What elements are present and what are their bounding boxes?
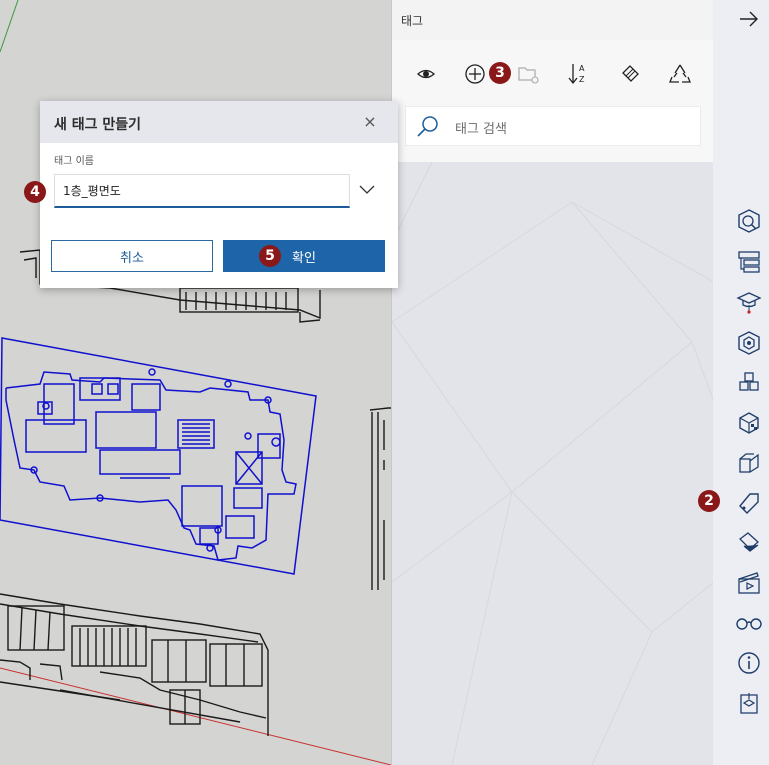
folder-icon[interactable] xyxy=(514,60,542,88)
cancel-button[interactable]: 취소 xyxy=(51,240,213,272)
purge-icon[interactable] xyxy=(666,60,694,88)
svg-text:A: A xyxy=(579,64,585,73)
soften-edges-icon[interactable] xyxy=(735,529,763,557)
tag-name-input[interactable] xyxy=(54,174,350,208)
panel-toolbar: AZ 태그 검색 xyxy=(392,40,713,162)
search-placeholder: 태그 검색 xyxy=(455,122,507,137)
export-icon[interactable] xyxy=(735,689,763,717)
tags-panel: 태그 AZ 태그 검색 xyxy=(391,0,713,765)
panel-title: 태그 xyxy=(401,14,424,28)
new-tag-dialog: 새 태그 만들기 × 태그 이름 취소 확인 xyxy=(40,101,398,288)
eye-icon[interactable] xyxy=(412,60,440,88)
glasses-icon[interactable] xyxy=(735,609,763,637)
search-icon xyxy=(417,116,438,137)
step-badge-2: 2 xyxy=(698,490,720,512)
step-badge-5: 5 xyxy=(259,245,281,267)
shadows-icon[interactable] xyxy=(735,449,763,477)
tags-icon[interactable] xyxy=(735,489,763,517)
materials-cubes-icon[interactable] xyxy=(735,369,763,397)
ok-button[interactable]: 확인 xyxy=(223,240,385,272)
styles-icon[interactable] xyxy=(735,409,763,437)
tag-name-label: 태그 이름 xyxy=(54,156,94,167)
tag-tool-icon[interactable] xyxy=(616,60,644,88)
panel-header: 태그 xyxy=(392,0,713,40)
close-icon[interactable]: × xyxy=(360,112,380,132)
search-field[interactable]: 태그 검색 xyxy=(405,106,701,146)
step-badge-4: 4 xyxy=(24,181,46,203)
scenes-icon[interactable] xyxy=(735,569,763,597)
svg-text:Z: Z xyxy=(579,75,585,84)
dialog-header: 새 태그 만들기 × xyxy=(40,101,398,143)
panel-background-pattern xyxy=(392,162,713,765)
instructor-icon[interactable] xyxy=(735,288,763,316)
right-tray xyxy=(713,0,769,765)
arrow-right-icon[interactable] xyxy=(735,5,763,33)
sort-az-icon[interactable]: AZ xyxy=(564,60,592,88)
outliner-icon[interactable] xyxy=(735,248,763,276)
components-icon[interactable] xyxy=(735,329,763,357)
add-tag-icon[interactable] xyxy=(461,60,489,88)
step-badge-3: 3 xyxy=(489,62,511,84)
dialog-title: 새 태그 만들기 xyxy=(54,117,142,133)
chevron-down-icon[interactable] xyxy=(356,178,378,200)
entity-info-icon[interactable] xyxy=(735,207,763,235)
info-icon[interactable] xyxy=(735,649,763,677)
